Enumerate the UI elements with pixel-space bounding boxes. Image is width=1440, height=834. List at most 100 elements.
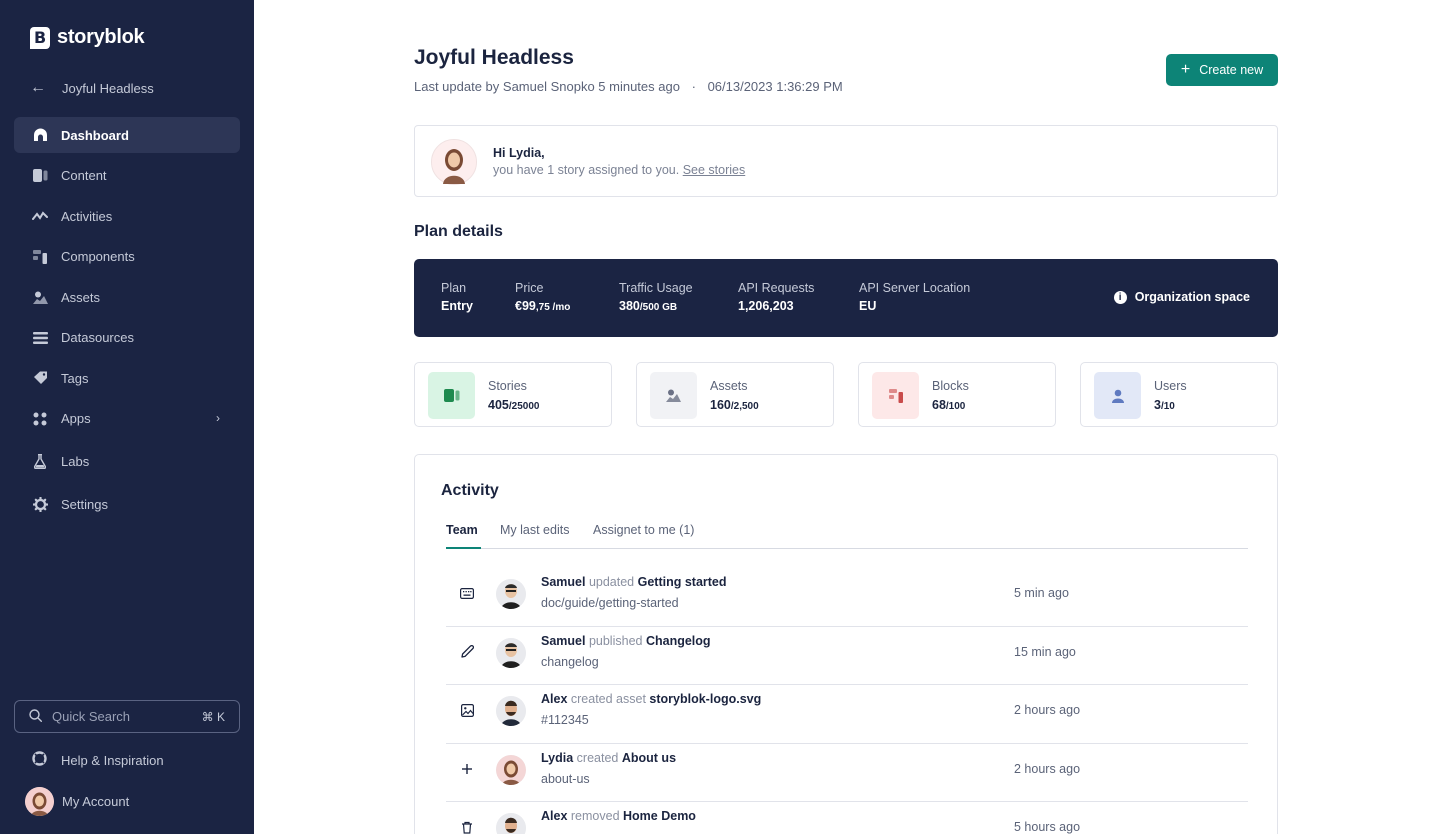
organization-space-label: Organization space: [1134, 290, 1250, 304]
sidebar-item-label: Datasources: [61, 330, 134, 345]
stories-icon: [428, 372, 475, 419]
activity-target[interactable]: Changelog: [646, 634, 711, 648]
tab-my-last-edits[interactable]: My last edits: [500, 523, 569, 549]
activity-time: 2 hours ago: [1014, 703, 1081, 717]
sidebar-item-label: Labs: [61, 454, 90, 469]
logo-icon: [30, 26, 50, 49]
organization-space-link[interactable]: i Organization space: [1113, 290, 1250, 304]
activity-detail: doc/guide/getting-started: [541, 596, 679, 610]
plan-label: Plan: [441, 281, 467, 295]
keyboard-shortcut: ⌘ K: [201, 709, 225, 724]
activity-target[interactable]: storyblok-logo.svg: [649, 692, 761, 706]
last-update: Last update by Samuel Snopko 5 minutes a…: [414, 79, 843, 94]
my-account-link[interactable]: My Account: [25, 787, 129, 816]
activity-user: Lydia: [541, 750, 574, 765]
keyboard-icon: [458, 584, 476, 602]
sidebar-item-activities[interactable]: Activities: [14, 198, 240, 234]
greeting-card: Hi Lydia, you have 1 story assigned to y…: [414, 125, 1278, 197]
activity-target[interactable]: About us: [622, 751, 676, 765]
sidebar-item-content[interactable]: Content: [14, 158, 240, 194]
stat-card-users[interactable]: Users 3/10: [1080, 362, 1278, 427]
stat-limit: /25000: [508, 401, 540, 412]
sidebar-item-apps[interactable]: Apps ›: [14, 401, 240, 437]
stat-card-stories[interactable]: Stories 405/25000: [414, 362, 612, 427]
activity-row[interactable]: Alex removed Home Demo 5 hours ago: [446, 802, 1248, 834]
image-icon: [458, 701, 476, 719]
activity-row[interactable]: Samuel published Changelog changelog 15 …: [446, 627, 1248, 685]
greeting-message: you have 1 story assigned to you. See st…: [493, 163, 745, 177]
user-icon: [1094, 372, 1141, 419]
activity-row[interactable]: Lydia created About us about-us 2 hours …: [446, 744, 1248, 802]
quick-search-input[interactable]: Quick Search ⌘ K: [14, 700, 240, 733]
sidebar-item-settings[interactable]: Settings: [14, 487, 240, 523]
info-icon: i: [1113, 290, 1127, 304]
blocks-icon: [872, 372, 919, 419]
sidebar-item-labs[interactable]: Labs: [14, 444, 240, 480]
sidebar-item-label: Apps: [61, 411, 91, 426]
stat-count: 68: [932, 398, 946, 412]
sidebar-item-label: Assets: [61, 289, 101, 305]
api-requests-column: API Requests 1,206,203: [738, 281, 814, 313]
price-column: Price €99,75 /mo: [515, 281, 570, 313]
activity-target[interactable]: Getting started: [638, 575, 727, 589]
create-new-label: Create new: [1199, 63, 1264, 77]
sidebar-item-tags[interactable]: Tags: [14, 360, 240, 396]
price-label: Price: [515, 281, 544, 295]
sidebar-item-datasources[interactable]: Datasources: [14, 320, 240, 356]
activity-row[interactable]: Samuel updated Getting started doc/guide…: [446, 568, 1248, 627]
activity-target[interactable]: Home Demo: [623, 809, 696, 823]
avatar: [25, 787, 54, 816]
create-new-button[interactable]: + Create new: [1166, 54, 1278, 86]
sidebar-item-components[interactable]: Components: [14, 239, 240, 275]
stat-card-assets[interactable]: Assets 160/2,500: [636, 362, 834, 427]
stat-value: 405/25000: [488, 398, 539, 412]
gear-icon: [32, 497, 48, 513]
greeting-text: you have 1 story assigned to you.: [493, 163, 680, 177]
datasources-icon: [32, 330, 48, 346]
activity-time: 5 hours ago: [1014, 820, 1081, 834]
activity-verb: updated: [588, 575, 635, 589]
plan-details-heading: Plan details: [414, 223, 503, 240]
content-icon: [32, 168, 48, 184]
activity-user: Alex: [541, 692, 568, 706]
api-requests-label: API Requests: [738, 281, 815, 295]
stat-label: Stories: [488, 379, 527, 393]
pencil-icon: [458, 643, 476, 661]
activity-description: Samuel published Changelog: [541, 634, 711, 648]
activity-row[interactable]: Alex created asset storyblok-logo.svg #1…: [446, 685, 1248, 744]
help-label: Help & Inspiration: [61, 752, 164, 768]
avatar: [496, 754, 526, 785]
traffic-amount: 380: [619, 299, 640, 313]
sidebar-item-label: Dashboard: [61, 127, 129, 143]
see-stories-link[interactable]: See stories: [683, 163, 746, 177]
api-requests-value: 1,206,203: [738, 299, 794, 313]
stat-count: 405: [488, 398, 509, 412]
activities-icon: [32, 208, 48, 224]
tab-assigned-to-me[interactable]: Assignet to me (1): [593, 523, 694, 549]
assets-icon: [32, 289, 48, 305]
location-value: EU: [859, 299, 877, 313]
activity-time: 2 hours ago: [1014, 761, 1081, 776]
sidebar-item-assets[interactable]: Assets: [14, 279, 240, 315]
price-value: €99,75 /mo: [515, 299, 570, 313]
stat-value: 160/2,500: [710, 398, 759, 412]
activity-description: Alex removed Home Demo: [541, 809, 696, 823]
activity-verb: removed: [570, 809, 620, 823]
space-name: Joyful Headless: [62, 80, 154, 96]
help-inspiration-link[interactable]: Help & Inspiration: [32, 751, 164, 769]
page-title: Joyful Headless: [414, 46, 574, 69]
price-amount: €99: [515, 299, 536, 313]
storyblok-logo[interactable]: storyblok: [30, 26, 145, 49]
back-to-space[interactable]: ← Joyful Headless: [30, 79, 154, 97]
lifebuoy-icon: [32, 751, 47, 769]
activity-user: Alex: [541, 809, 568, 823]
chevron-right-icon: ›: [216, 410, 220, 425]
price-unit: ,75 /mo: [535, 302, 571, 313]
trash-icon: [458, 818, 476, 834]
stat-card-blocks[interactable]: Blocks 68/100: [858, 362, 1056, 427]
tab-team[interactable]: Team: [446, 523, 481, 549]
sidebar-item-dashboard[interactable]: Dashboard: [14, 117, 240, 153]
location-column: API Server Location EU: [859, 281, 970, 313]
stat-value: 68/100: [932, 398, 965, 412]
sidebar-nav: Dashboard Content Activities Components …: [14, 117, 240, 527]
